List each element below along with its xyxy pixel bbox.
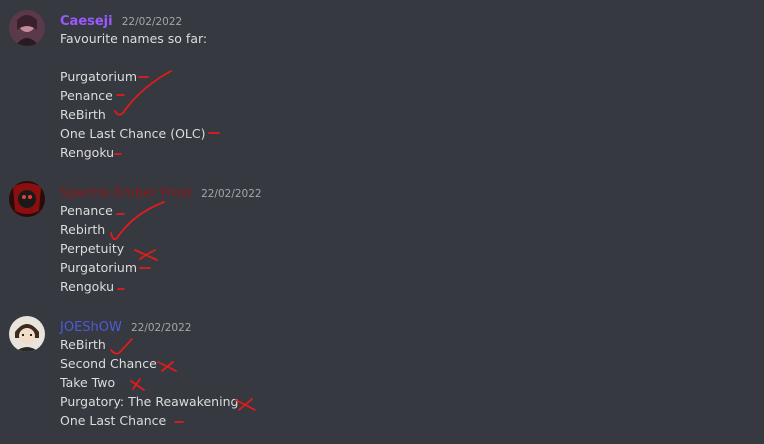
cross-mark [132,378,141,390]
avatar-spectre-ember-frost[interactable] [9,181,45,217]
checkmark [110,201,165,241]
cross-mark [134,249,158,261]
cross-mark [157,361,177,372]
message-line: One Last Chance [60,413,167,428]
avatar-caeseji[interactable] [9,10,45,46]
message-header: JOEShOW 22/02/2022 [60,316,191,335]
cross-mark [139,249,156,260]
timestamp: 22/02/2022 [121,16,183,28]
message-line: One Last Chance (OLC) [60,126,206,141]
checkmark [110,338,133,355]
message-line: Penance [60,203,113,218]
avatar-joeshow[interactable] [9,316,45,352]
avatar-image [9,316,45,352]
message-line: Second Chance [60,356,157,371]
message-line: Purgatory: The Reawakening [60,394,239,409]
message-line: Rengoku [60,279,115,294]
author-name[interactable]: Spectre Ember Frost [60,186,192,201]
message-line: Purgatorium [60,260,138,275]
cross-mark [238,398,253,411]
avatar-image [9,10,45,46]
message-header: Spectre Ember Frost 22/02/2022 [60,182,262,201]
message-line: Rebirth [60,222,106,237]
avatar-image [9,181,45,217]
message-line: Take Two [60,375,116,390]
message-line: Penance [60,88,113,103]
author-name[interactable]: JOEShOW [60,320,122,335]
message-line: ReBirth [60,107,106,122]
message-line: Purgatorium [60,69,138,84]
cross-mark [235,399,256,411]
cross-mark [130,380,145,391]
timestamp: 22/02/2022 [201,188,262,200]
message-line: Favourite names so far: [60,31,208,46]
timestamp: 22/02/2022 [130,322,192,334]
message-line: Perpetuity [60,241,125,256]
author-name[interactable]: Caeseji [60,14,113,29]
cross-mark [161,361,174,372]
message-line: ReBirth [60,337,106,352]
message-header: Caeseji 22/02/2022 [60,10,182,29]
message-line: Rengoku [60,145,115,160]
